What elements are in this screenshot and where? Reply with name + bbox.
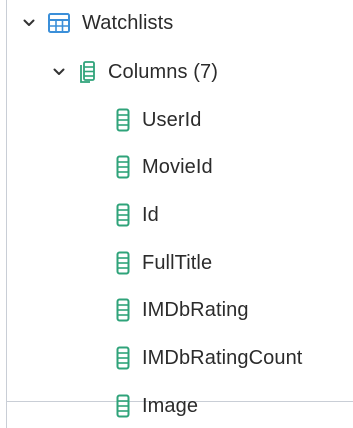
tree-node-column[interactable]: IMDbRatingCount bbox=[116, 343, 302, 373]
column-icon bbox=[116, 298, 130, 322]
chevron-down-icon[interactable] bbox=[50, 63, 68, 81]
tree-node-column[interactable]: Id bbox=[116, 200, 159, 230]
column-icon bbox=[116, 346, 130, 370]
tree-node-columns[interactable]: Columns (7) bbox=[50, 57, 218, 87]
column-label: MovieId bbox=[142, 155, 213, 178]
tree-node-watchlists[interactable]: Watchlists bbox=[20, 8, 173, 38]
column-label: Id bbox=[142, 203, 159, 226]
table-icon bbox=[48, 13, 70, 33]
tree-node-column[interactable]: MovieId bbox=[116, 152, 213, 182]
columns-icon bbox=[78, 61, 96, 83]
column-icon bbox=[116, 155, 130, 179]
column-icon bbox=[116, 394, 130, 418]
tree-node-column[interactable]: FullTitle bbox=[116, 248, 212, 278]
chevron-down-icon[interactable] bbox=[20, 14, 38, 32]
column-label: IMDbRating bbox=[142, 298, 249, 321]
column-label: IMDbRatingCount bbox=[142, 346, 303, 369]
tree-node-label: Watchlists bbox=[82, 11, 174, 34]
column-icon bbox=[116, 251, 130, 275]
column-icon bbox=[116, 108, 130, 132]
tree-node-label: Columns (7) bbox=[108, 60, 219, 83]
column-label: FullTitle bbox=[142, 251, 213, 274]
column-label: Image bbox=[142, 394, 199, 417]
column-label: UserId bbox=[142, 108, 202, 131]
tree-node-column[interactable]: UserId bbox=[116, 105, 202, 135]
tree-node-column[interactable]: IMDbRating bbox=[116, 295, 249, 325]
column-icon bbox=[116, 203, 130, 227]
tree-node-column[interactable]: Image bbox=[116, 391, 198, 421]
tree-left-border bbox=[6, 0, 7, 428]
